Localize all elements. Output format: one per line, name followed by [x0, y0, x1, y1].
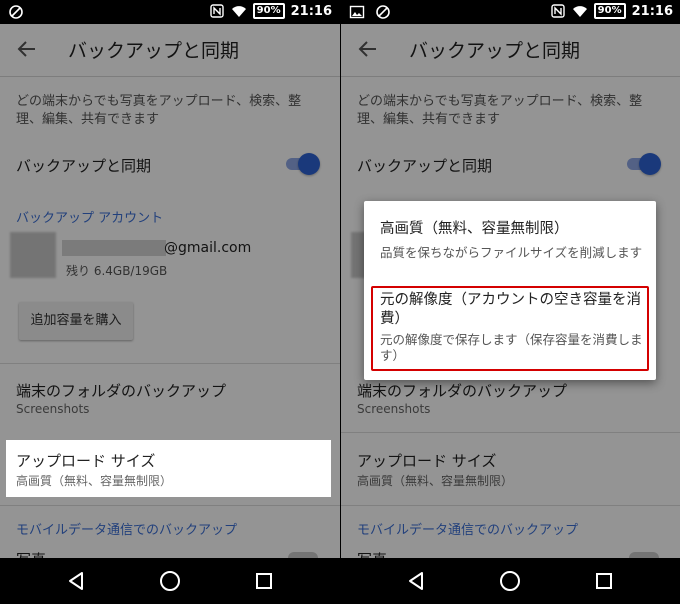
dim-overlay — [0, 497, 340, 558]
option-subtitle: 品質を保ちながらファイルサイズを削減します — [380, 245, 643, 260]
rotation-icon — [9, 5, 23, 19]
upload-size-label[interactable]: アップロード サイズ — [16, 450, 155, 471]
upload-size-dialog: 高画質（無料、容量無制限） 品質を保ちながらファイルサイズを削減します 元の解像… — [364, 201, 656, 380]
nfc-icon — [209, 4, 224, 18]
wifi-icon — [572, 6, 587, 17]
back-triangle-icon[interactable] — [404, 569, 428, 593]
recents-square-icon[interactable] — [592, 569, 616, 593]
status-bar: 90% 21:16 — [341, 0, 680, 24]
recents-square-icon[interactable] — [252, 569, 276, 593]
highlight-box — [371, 286, 649, 371]
wifi-icon — [231, 6, 246, 17]
clock: 21:16 — [631, 3, 673, 19]
image-icon — [349, 5, 365, 19]
navigation-bar — [0, 558, 680, 604]
home-circle-icon[interactable] — [158, 569, 182, 593]
status-bar: 90% 21:16 — [0, 0, 340, 24]
rotation-icon — [376, 5, 390, 19]
home-circle-icon[interactable] — [498, 569, 522, 593]
option-title: 高画質（無料、容量無制限） — [380, 221, 569, 237]
dim-overlay — [0, 24, 340, 440]
dim-overlay — [331, 440, 340, 497]
left-screen: 90% 21:16 バックアップと同期 どの端末からでも写真をアップロード、検索… — [0, 0, 340, 558]
battery-icon: 90% — [252, 3, 285, 19]
upload-size-value: 高画質（無料、容量無制限） — [16, 474, 173, 488]
battery-icon: 90% — [593, 3, 626, 19]
back-triangle-icon[interactable] — [64, 569, 88, 593]
clock: 21:16 — [290, 3, 332, 19]
nfc-icon — [550, 4, 565, 18]
dim-overlay — [0, 440, 6, 497]
